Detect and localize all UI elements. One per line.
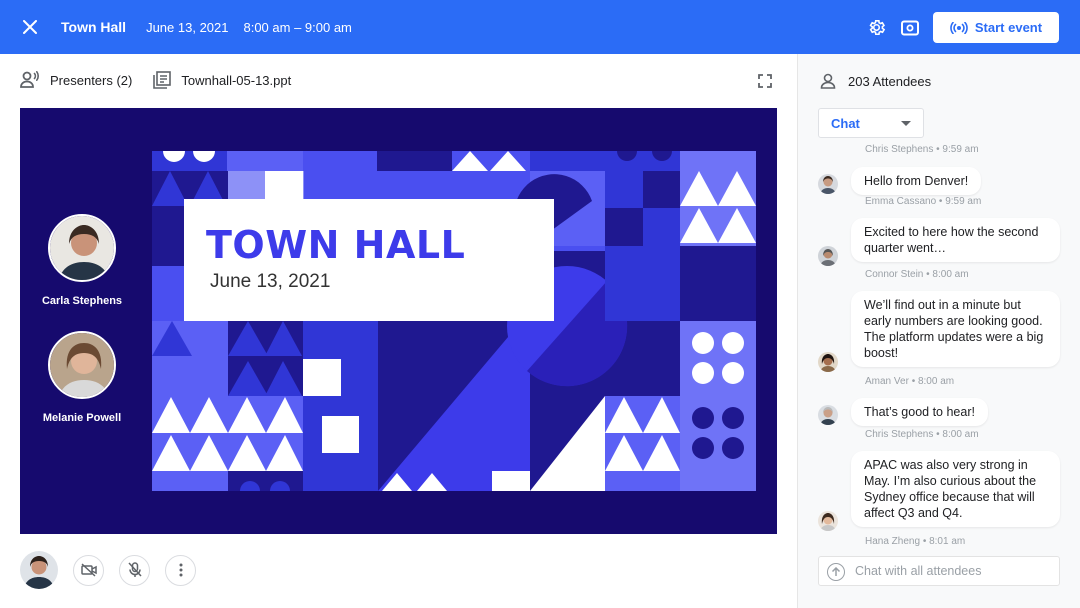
presenters-label: Presenters (2) [50, 72, 133, 88]
slide-title: TOWN HALL [206, 223, 466, 267]
presenter-name: Melanie Powell [42, 412, 122, 424]
slide-title-card: TOWN HALL June 13, 2021 [184, 199, 554, 321]
presenter-tile[interactable]: Melanie Powell [43, 331, 121, 424]
fullscreen-icon [758, 74, 772, 88]
camera-toggle-button[interactable] [73, 554, 104, 586]
broadcast-icon [950, 21, 968, 34]
sender-avatar [818, 352, 838, 372]
top-bar: Town Hall June 13, 2021 8:00 am – 9:00 a… [0, 0, 1080, 54]
presenter-avatar [48, 331, 116, 399]
presentation-slide: TOWN HALL June 13, 2021 [152, 151, 756, 491]
chat-dropdown-value: Chat [831, 115, 860, 131]
fullscreen-button[interactable] [758, 74, 774, 90]
cast-icon [901, 20, 919, 35]
sender-avatar [818, 174, 838, 194]
sender-avatar [818, 246, 838, 266]
chat-message: That’s good to hear! [851, 398, 988, 426]
settings-button[interactable] [865, 17, 887, 39]
close-icon [23, 20, 37, 34]
message-meta: Chris Stephens • 9:59 am [865, 144, 979, 155]
person-icon [820, 73, 836, 89]
message-meta: Chris Stephens • 8:00 am [865, 429, 979, 440]
presenter-avatar [48, 214, 116, 282]
attendees-label: 203 Attendees [848, 73, 932, 89]
file-item[interactable]: Townhall-05-13.ppt [153, 71, 291, 89]
sender-avatar [818, 405, 838, 425]
presentation-toolbar: Presenters (2) Townhall-05-13.ppt [20, 71, 291, 89]
chat-feed: Chris Stephens • 9:59 am Hello from Denv… [798, 144, 1080, 554]
cast-button[interactable] [899, 17, 921, 39]
message-meta: Hana Zheng • 8:01 am [865, 536, 966, 547]
attendees-count[interactable]: 203 Attendees [820, 73, 931, 89]
chat-message: APAC was also very strong in May. I’m al… [851, 451, 1060, 527]
more-options-button[interactable] [165, 554, 196, 586]
chat-message: We’ll find out in a minute but early num… [851, 291, 1060, 367]
presenters-icon [20, 71, 39, 88]
chat-dropdown[interactable]: Chat [818, 108, 924, 138]
chat-message: Excited to here how the second quarter w… [851, 218, 1060, 262]
presenter-tile[interactable]: Carla Stephens [42, 214, 122, 307]
start-event-label: Start event [974, 20, 1043, 35]
mic-toggle-button[interactable] [119, 554, 150, 586]
chat-input[interactable]: Chat with all attendees [818, 556, 1060, 586]
mic-off-icon [127, 562, 142, 577]
slide-subtitle: June 13, 2021 [210, 271, 331, 292]
presenter-name: Carla Stephens [41, 295, 123, 307]
presenters-toggle[interactable]: Presenters (2) [20, 71, 132, 89]
event-date: June 13, 2021 [146, 19, 229, 35]
slides-file-icon [153, 71, 172, 89]
start-event-button[interactable]: Start event [933, 12, 1059, 43]
message-meta: Connor Stein • 8:00 am [865, 269, 969, 280]
more-vert-icon [179, 563, 182, 577]
presentation-stage: Carla Stephens Melanie Powell TOWN HALL … [20, 108, 777, 534]
side-panel: 203 Attendees Chat Chris Stephens • 9:59… [797, 54, 1080, 608]
event-time: 8:00 am – 9:00 am [243, 19, 352, 35]
chat-message: Hello from Denver! [851, 167, 982, 195]
chat-input-placeholder: Chat with all attendees [855, 564, 982, 578]
settings-icon [869, 19, 885, 36]
chevron-down-icon [901, 121, 911, 126]
sender-avatar [818, 511, 838, 531]
message-meta: Emma Cassano • 9:59 am [865, 196, 982, 207]
file-name: Townhall-05-13.ppt [181, 72, 292, 88]
camera-off-icon [80, 563, 97, 577]
event-title: Town Hall [61, 19, 127, 35]
message-meta: Aman Ver • 8:00 am [865, 376, 955, 387]
close-button[interactable] [0, 0, 60, 54]
media-controls [20, 551, 196, 589]
main-area: Presenters (2) Townhall-05-13.ppt Carla … [0, 54, 797, 608]
send-arrow-icon[interactable] [827, 563, 845, 581]
self-avatar[interactable] [20, 551, 58, 589]
